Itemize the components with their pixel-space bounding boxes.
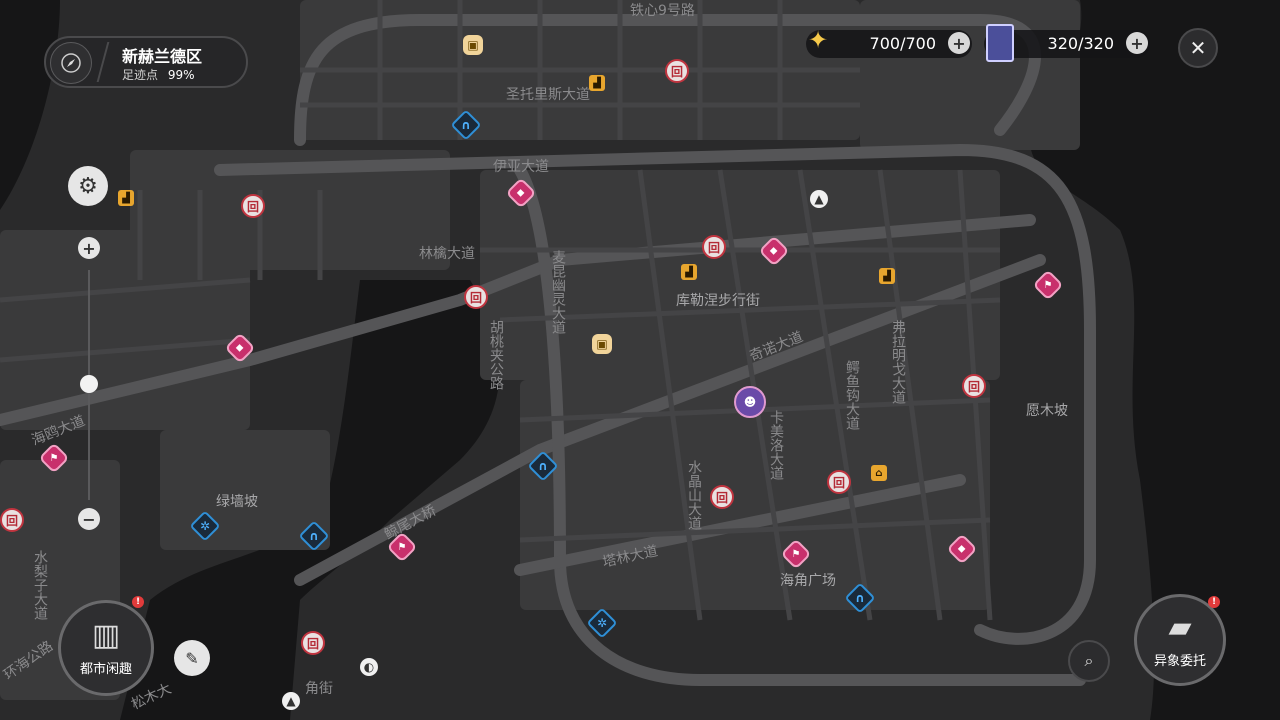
- street-label: 麦昆幽灵大道: [550, 250, 566, 334]
- region-name: 新赫兰德区: [122, 47, 203, 66]
- cards-value: 320/320: [1047, 34, 1114, 53]
- folder-icon: ▰: [1168, 609, 1192, 645]
- map-marker-shop[interactable]: 回: [962, 374, 986, 398]
- map-marker-building[interactable]: ▟: [589, 75, 605, 91]
- city-fun-button[interactable]: ▥ 都市闲趣: [58, 600, 154, 696]
- energy-icon: ✦: [808, 26, 829, 54]
- city-buildings-icon: ▥: [91, 617, 121, 653]
- settings-button[interactable]: ⚙: [68, 166, 108, 206]
- map-marker-store[interactable]: ▣: [592, 334, 612, 354]
- close-icon: ✕: [1189, 36, 1207, 60]
- add-energy-button[interactable]: +: [948, 32, 970, 54]
- map-marker-shop[interactable]: 回: [702, 235, 726, 259]
- street-label: 圣托里斯大道: [506, 87, 590, 103]
- notification-badge: !: [1208, 596, 1220, 608]
- map-marker-tower[interactable]: ▲: [282, 692, 300, 710]
- resource-cards: 320/320 +: [984, 24, 1150, 62]
- map-marker-shop[interactable]: 回: [827, 470, 851, 494]
- map-marker-shop[interactable]: 回: [301, 631, 325, 655]
- add-cards-button[interactable]: +: [1126, 32, 1148, 54]
- street-label: 铁心9号路: [630, 3, 695, 19]
- street-label: 库勒涅步行街: [676, 293, 760, 309]
- notes-icon: ✎: [185, 648, 199, 668]
- map-marker-building[interactable]: ▟: [118, 190, 134, 206]
- map-marker-shop[interactable]: 回: [464, 285, 488, 309]
- close-button[interactable]: ✕: [1178, 28, 1218, 68]
- plus-icon: +: [1130, 33, 1144, 53]
- street-label: 水梨子大道: [32, 550, 48, 620]
- resource-energy: ✦ 700/700 +: [806, 26, 972, 58]
- map-marker-building[interactable]: ⌂: [871, 465, 887, 481]
- map-marker-building[interactable]: ▟: [879, 268, 895, 284]
- area-label: 绿墙坡: [216, 494, 258, 510]
- map-marker-shop[interactable]: 回: [241, 194, 265, 218]
- minus-icon: −: [82, 509, 96, 529]
- map-marker-shop[interactable]: 回: [665, 59, 689, 83]
- street-label: 林檎大道: [419, 246, 475, 262]
- map-marker-building[interactable]: ▟: [681, 264, 697, 280]
- zoom-out-button[interactable]: −: [78, 508, 100, 530]
- notification-badge: !: [132, 596, 144, 608]
- zoom-slider-handle[interactable]: [80, 375, 98, 393]
- card-icon: [986, 24, 1014, 62]
- footprint-value: 99%: [167, 68, 195, 82]
- street-label: 水晶山大道: [686, 460, 702, 530]
- player-avatar-marker[interactable]: ☻: [734, 386, 766, 418]
- energy-value: 700/700: [869, 34, 936, 53]
- street-label: 伊亚大道: [493, 159, 549, 175]
- street-label: 弗拉明戈大道: [890, 320, 906, 404]
- plus-icon: +: [952, 33, 966, 53]
- map-search-button[interactable]: ⌕: [1068, 640, 1110, 682]
- street-label: 卡美洛大道: [768, 410, 784, 480]
- area-label: 海角广场: [780, 573, 836, 589]
- plus-icon: +: [82, 238, 96, 258]
- street-label: 角街: [305, 681, 333, 697]
- street-label: 鳄鱼钩大道: [844, 360, 860, 430]
- area-label: 愿木坡: [1026, 403, 1068, 419]
- city-map[interactable]: [0, 0, 1280, 720]
- map-marker-shop[interactable]: 回: [710, 485, 734, 509]
- map-marker-store[interactable]: ▣: [463, 35, 483, 55]
- map-marker-shop[interactable]: 回: [0, 508, 24, 532]
- search-icon: ⌕: [1084, 651, 1094, 670]
- map-marker-portal[interactable]: ◐: [360, 658, 378, 676]
- notes-button[interactable]: ✎: [174, 640, 210, 676]
- commission-label: 异象委托: [1153, 653, 1206, 669]
- divider: [96, 42, 110, 82]
- map-marker-tower[interactable]: ▲: [810, 190, 828, 208]
- compass-icon: [50, 42, 92, 84]
- street-label: 胡桃夹公路: [488, 320, 504, 390]
- footprint-label: 足迹点 99%: [122, 66, 195, 83]
- zoom-in-button[interactable]: +: [78, 237, 100, 259]
- city-fun-label: 都市闲趣: [79, 661, 132, 677]
- gear-icon: ⚙: [78, 173, 98, 199]
- footprint-text: 足迹点: [122, 68, 159, 82]
- region-panel[interactable]: 新赫兰德区 足迹点 99%: [44, 36, 248, 88]
